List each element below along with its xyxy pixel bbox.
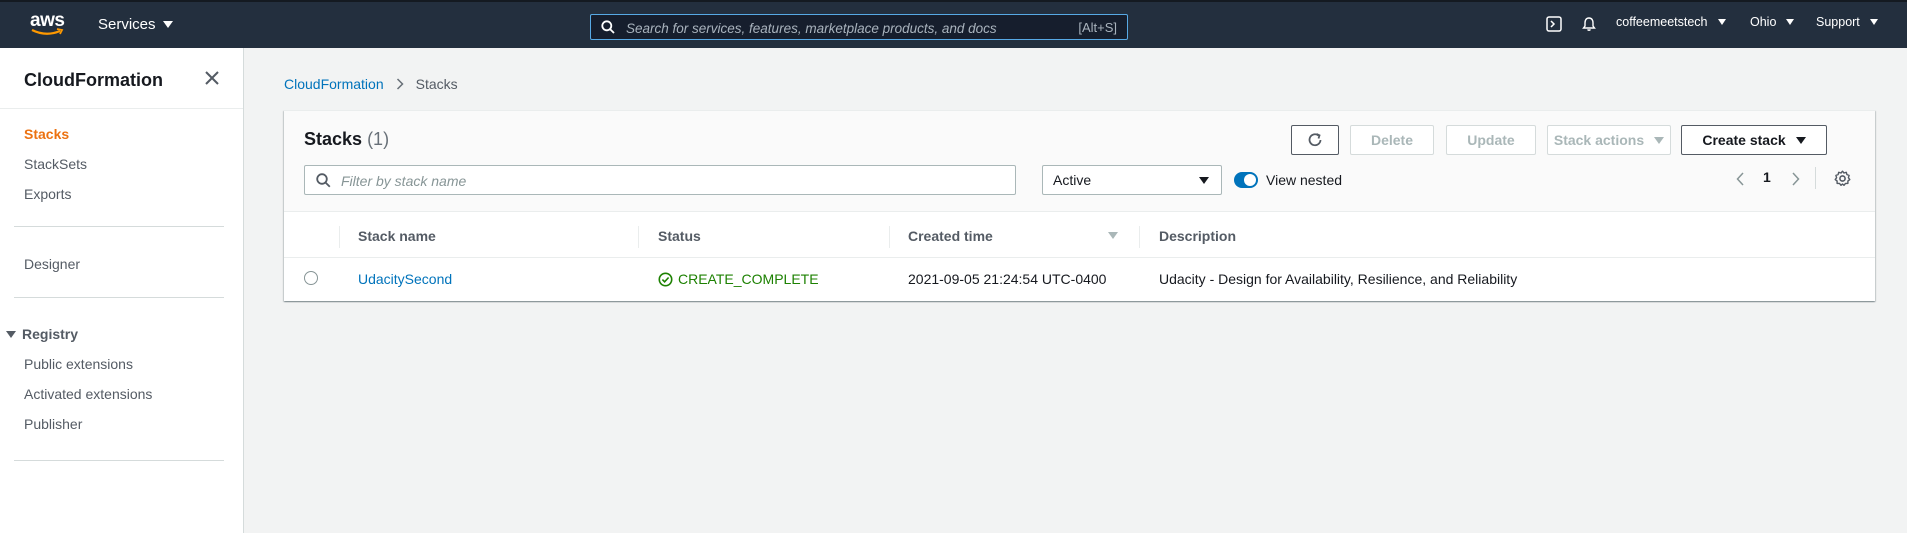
view-nested-label: View nested: [1266, 172, 1343, 188]
refresh-button[interactable]: [1291, 125, 1339, 155]
close-icon[interactable]: [205, 71, 219, 85]
chevron-right-icon[interactable]: [1791, 172, 1800, 186]
chevron-left-icon[interactable]: [1736, 172, 1745, 186]
divider: [14, 226, 224, 227]
caret-down-icon: [1717, 19, 1726, 25]
search-input[interactable]: [624, 15, 1048, 41]
sidebar-item-designer[interactable]: Designer: [24, 256, 80, 272]
column-divider: [638, 226, 639, 248]
caret-down-icon: [1654, 136, 1665, 144]
sidebar-item-stacksets[interactable]: StackSets: [24, 156, 87, 172]
top-navigation-bar: aws Services [Alt+S] coffeemeetstech Ohi…: [0, 0, 1907, 48]
create-stack-button[interactable]: Create stack: [1681, 125, 1827, 155]
column-header-stack-name[interactable]: Stack name: [358, 228, 436, 244]
bell-icon[interactable]: [1581, 16, 1597, 32]
divider: [14, 297, 224, 298]
page-number[interactable]: 1: [1763, 169, 1771, 185]
sidebar-section-registry[interactable]: Registry: [6, 326, 78, 342]
caret-down-icon: [1786, 19, 1795, 25]
sidebar-item-activated-extensions[interactable]: Activated extensions: [24, 386, 152, 402]
global-search[interactable]: [Alt+S]: [590, 14, 1128, 41]
search-icon: [316, 173, 331, 188]
divider: [14, 460, 224, 461]
stack-count: (1): [367, 129, 390, 149]
status-text: CREATE_COMPLETE: [678, 271, 819, 287]
sidebar-title: CloudFormation: [24, 70, 163, 90]
caret-down-icon: [1869, 19, 1878, 25]
caret-down-icon: [162, 21, 173, 28]
stack-filter-input[interactable]: [339, 166, 1003, 196]
description-cell: Udacity - Design for Availability, Resil…: [1159, 271, 1518, 287]
divider: [0, 108, 243, 109]
column-header-description[interactable]: Description: [1159, 228, 1236, 244]
stacks-panel: Stacks (1) Delete Update Stack actions C…: [284, 110, 1875, 301]
caret-down-icon: [1199, 177, 1209, 184]
stack-actions-button[interactable]: Stack actions: [1547, 125, 1671, 155]
column-divider: [1139, 226, 1140, 248]
column-divider: [889, 226, 890, 248]
sidebar-item-publisher[interactable]: Publisher: [24, 416, 82, 432]
update-button[interactable]: Update: [1446, 125, 1536, 155]
cloudshell-icon[interactable]: [1546, 16, 1562, 32]
breadcrumb-current: Stacks: [415, 76, 458, 92]
sidebar-item-public-extensions[interactable]: Public extensions: [24, 356, 133, 372]
chevron-right-icon: [396, 78, 404, 90]
sidebar-item-stacks[interactable]: Stacks: [24, 126, 69, 142]
breadcrumb-cloudformation[interactable]: CloudFormation: [284, 76, 384, 92]
table-row[interactable]: UdacitySecond CREATE_COMPLETE 2021-09-05…: [284, 257, 1875, 302]
sort-desc-icon[interactable]: [1108, 232, 1118, 239]
search-shortcut: [Alt+S]: [1078, 20, 1117, 35]
check-circle-icon: [658, 272, 673, 286]
column-header-created-time[interactable]: Created time: [908, 228, 993, 244]
aws-smile-icon: [31, 28, 64, 35]
delete-button[interactable]: Delete: [1350, 125, 1434, 155]
panel-header: Stacks (1) Delete Update Stack actions C…: [284, 111, 1875, 212]
row-select-radio[interactable]: [304, 271, 318, 285]
services-menu[interactable]: Services: [98, 16, 173, 33]
account-menu[interactable]: coffeemeetstech: [1616, 15, 1726, 29]
stack-filter[interactable]: [304, 165, 1016, 196]
status-cell: CREATE_COMPLETE: [658, 271, 819, 287]
search-icon: [601, 20, 615, 34]
divider: [1815, 167, 1816, 189]
column-divider: [339, 226, 340, 248]
region-menu[interactable]: Ohio: [1750, 15, 1795, 29]
created-time-cell: 2021-09-05 21:24:54 UTC-0400: [908, 271, 1107, 287]
stack-name-link[interactable]: UdacitySecond: [358, 271, 452, 287]
caret-down-icon: [1795, 136, 1806, 144]
breadcrumb: CloudFormation Stacks: [284, 76, 458, 92]
panel-title: Stacks (1): [304, 129, 390, 149]
caret-down-icon: [6, 330, 16, 338]
gear-icon[interactable]: [1834, 170, 1851, 187]
column-header-status[interactable]: Status: [658, 228, 701, 244]
support-menu[interactable]: Support: [1816, 15, 1878, 29]
refresh-icon: [1308, 133, 1322, 147]
view-nested-toggle[interactable]: [1234, 172, 1258, 188]
sidebar-item-exports[interactable]: Exports: [24, 186, 71, 202]
sidebar: CloudFormation Stacks StackSets Exports …: [0, 48, 244, 533]
status-filter-select[interactable]: Active: [1042, 165, 1222, 195]
aws-logo[interactable]: aws: [30, 11, 66, 38]
